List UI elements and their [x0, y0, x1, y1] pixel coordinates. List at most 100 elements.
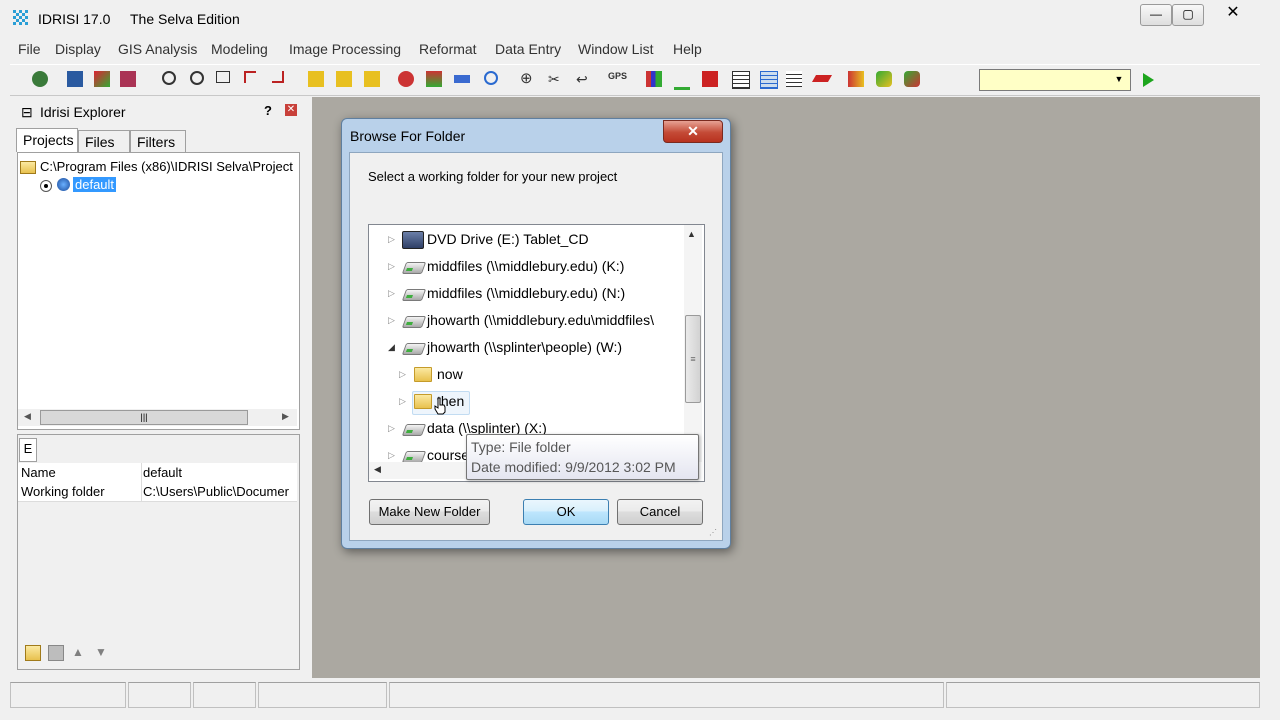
collapse-arrow-icon[interactable]: ◢ [388, 342, 395, 353]
expand-arrow-icon[interactable]: ▷ [399, 396, 406, 407]
minimize-button[interactable]: — [1140, 4, 1172, 26]
move-down-icon[interactable]: ▼ [94, 645, 108, 659]
ok-button[interactable]: OK [523, 499, 609, 525]
restore-view-icon[interactable] [244, 71, 256, 83]
expand-arrow-icon[interactable]: ▷ [388, 450, 395, 461]
project-root-path[interactable]: C:\Program Files (x86)\IDRISI Selva\Proj… [40, 159, 298, 174]
close-icon[interactable]: ✕ [285, 104, 297, 116]
dialog-prompt: Select a working folder for your new pro… [368, 169, 618, 184]
folder-icon [20, 161, 36, 174]
property-key: Name [21, 465, 56, 480]
metadata-icon[interactable] [786, 71, 802, 87]
menu-window-list[interactable]: Window List [578, 41, 653, 57]
database-workshop-icon[interactable] [760, 71, 778, 89]
menu-reformat[interactable]: Reformat [419, 41, 477, 57]
symbol-workshop-icon[interactable] [120, 71, 136, 87]
tab-files[interactable]: Files [78, 130, 130, 152]
scroll-left-icon[interactable]: ◀ [374, 464, 381, 475]
histogram-icon[interactable] [646, 71, 662, 87]
folder-icon [414, 394, 432, 409]
query-icon[interactable] [398, 71, 414, 87]
image-calculator-icon[interactable] [876, 71, 892, 87]
ruler-icon[interactable] [454, 75, 470, 83]
status-cell [193, 682, 256, 708]
close-window-button[interactable]: ✕ [1218, 4, 1248, 24]
property-key: Working folder [21, 484, 105, 499]
tree-item[interactable]: ▷ jhowarth (\\middlebury.edu\middfiles\ [388, 312, 682, 334]
tab-filters[interactable]: Filters [130, 130, 186, 152]
property-value[interactable]: C:\Users\Public\Documer [143, 484, 298, 499]
open-project-icon[interactable] [32, 71, 48, 87]
table-icon[interactable] [732, 71, 750, 89]
project-default[interactable]: default [73, 177, 117, 192]
tab-projects[interactable]: Projects [16, 128, 78, 152]
scroll-right-icon[interactable]: ▶ [282, 411, 289, 422]
cancel-button[interactable]: Cancel [617, 499, 703, 525]
run-icon[interactable] [1143, 73, 1154, 87]
move-up-icon[interactable]: ▲ [71, 645, 85, 659]
macro-modeler-icon[interactable] [848, 71, 864, 87]
menu-display[interactable]: Display [55, 41, 101, 57]
expand-arrow-icon[interactable]: ▷ [399, 369, 406, 380]
gps-icon[interactable]: GPS [608, 71, 630, 87]
cut-icon[interactable]: ✂ [548, 71, 564, 87]
tree-item-label: jhowarth (\\splinter\people) (W:) [427, 339, 623, 355]
tree-item-label: now [437, 366, 463, 382]
zoom-in-icon[interactable] [162, 71, 176, 85]
new-project-icon[interactable] [25, 645, 41, 661]
scroll-thumb[interactable]: ||| [40, 410, 248, 425]
tooltip-date: Date modified: 9/9/2012 3:02 PM [471, 459, 676, 475]
composer-icon[interactable] [94, 71, 110, 87]
target-icon[interactable] [484, 71, 498, 85]
menu-help[interactable]: Help [673, 41, 702, 57]
tooltip-type: Type: File folder [471, 439, 571, 455]
menu-gis-analysis[interactable]: GIS Analysis [118, 41, 197, 57]
properties-tab[interactable]: E [19, 438, 37, 462]
delete-project-icon[interactable] [48, 645, 64, 661]
property-value[interactable]: default [143, 465, 298, 480]
crosshair-icon[interactable]: ⊕ [520, 71, 536, 87]
make-new-folder-button[interactable]: Make New Folder [369, 499, 490, 525]
radio-selected-icon[interactable] [40, 180, 52, 192]
scroll-up-icon[interactable]: ▲ [687, 229, 696, 239]
expand-arrow-icon[interactable]: ▷ [388, 261, 395, 272]
group-link-icon[interactable] [336, 71, 352, 87]
tree-item-label: course [427, 447, 470, 463]
zoom-window-icon[interactable] [216, 71, 230, 83]
menu-image-processing[interactable]: Image Processing [289, 41, 401, 57]
maximize-button[interactable]: ▢ [1172, 4, 1204, 26]
dialog-close-button[interactable]: ✕ [663, 120, 723, 143]
expand-arrow-icon[interactable]: ▷ [388, 423, 395, 434]
hand-cursor-icon [434, 397, 446, 415]
layer-properties-icon[interactable] [426, 71, 442, 87]
zoom-out-icon[interactable] [190, 71, 204, 85]
menu-data-entry[interactable]: Data Entry [495, 41, 561, 57]
tree-item-label: middfiles (\\middlebury.edu) (K:) [427, 258, 625, 274]
folder-icon [414, 367, 432, 382]
help-icon[interactable]: ? [264, 103, 272, 118]
expand-arrow-icon[interactable]: ▷ [388, 234, 395, 245]
status-cell [946, 682, 1260, 708]
measure-icon[interactable] [364, 71, 380, 87]
scroll-thumb[interactable]: ≡ [685, 315, 701, 403]
undo-arrow-icon[interactable]: ↩ [576, 71, 592, 87]
status-cell [258, 682, 387, 708]
display-launcher-icon[interactable] [67, 71, 83, 87]
menu-file[interactable]: File [18, 41, 41, 57]
chevron-down-icon[interactable]: ▼ [1111, 71, 1127, 87]
menu-modeling[interactable]: Modeling [211, 41, 268, 57]
expand-arrow-icon[interactable]: ▷ [388, 288, 395, 299]
collapse-icon[interactable]: ⊟ [21, 104, 33, 121]
scroll-left-icon[interactable]: ◀ [24, 411, 31, 422]
full-view-icon[interactable] [272, 71, 284, 83]
import-icon[interactable] [702, 71, 718, 87]
tree-item-label: jhowarth (\\middlebury.edu\middfiles\ [427, 312, 654, 328]
resize-grip-icon[interactable]: ⋰ [709, 528, 719, 538]
expand-arrow-icon[interactable]: ▷ [388, 315, 395, 326]
profile-icon[interactable] [674, 71, 690, 90]
trend-icon[interactable] [904, 71, 920, 87]
globe-icon [57, 178, 70, 191]
toolbar-combo[interactable] [979, 69, 1131, 91]
feature-properties-icon[interactable] [308, 71, 324, 87]
surface-icon[interactable] [811, 75, 833, 82]
